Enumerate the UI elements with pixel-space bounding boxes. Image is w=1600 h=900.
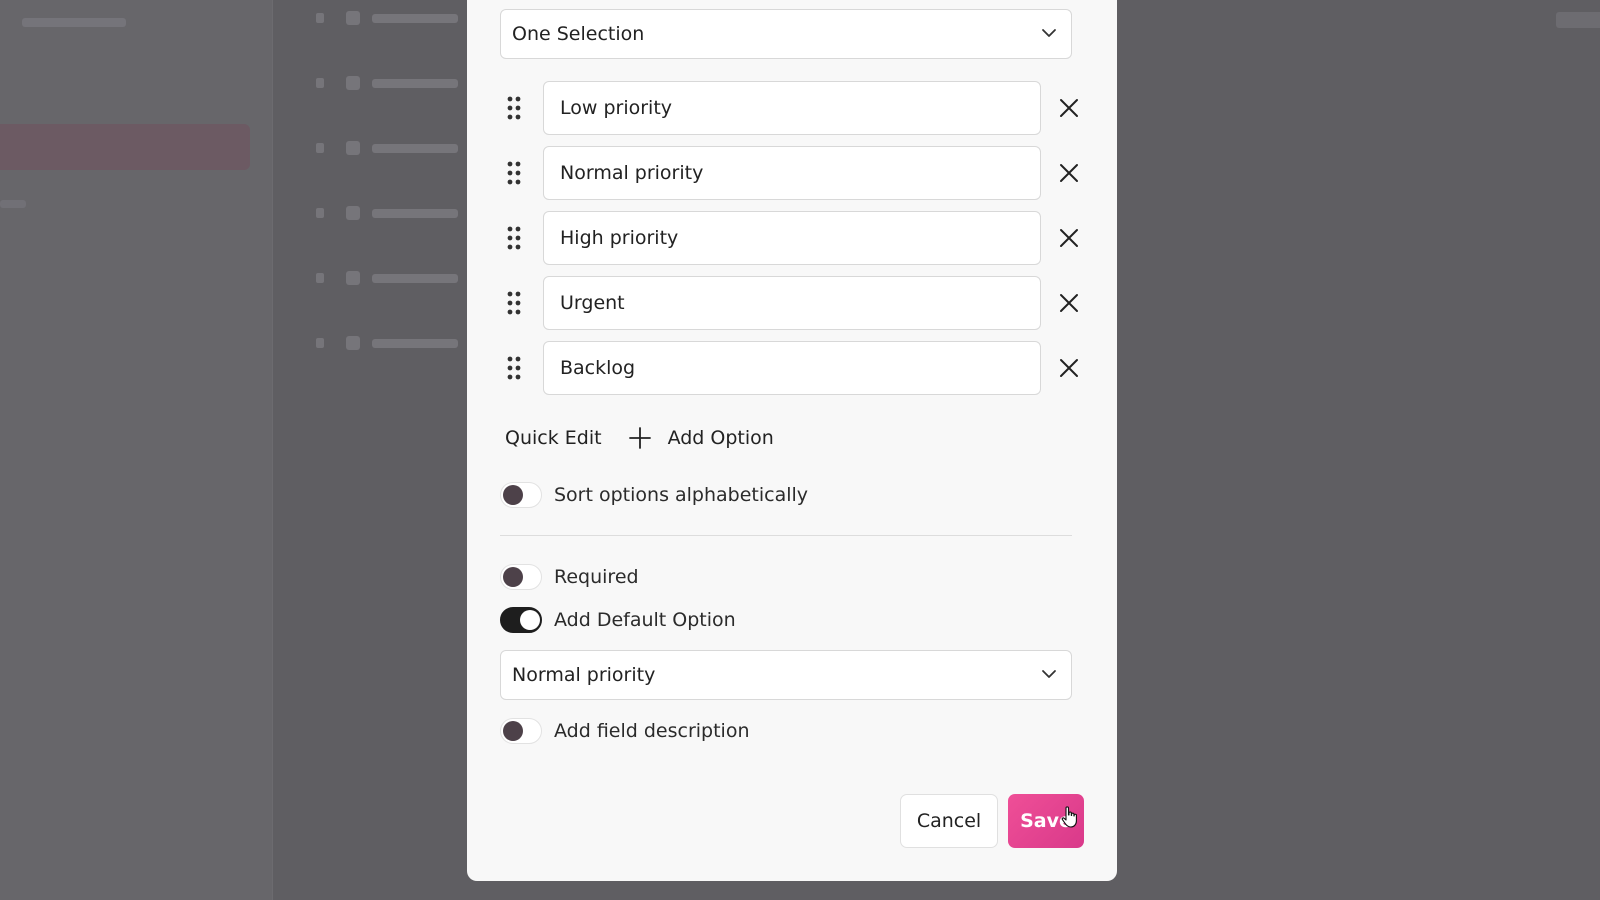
background-selected-item	[0, 124, 250, 170]
hand-cursor-icon	[1061, 806, 1077, 828]
option-actions: Quick Edit Add Option	[505, 421, 774, 455]
drag-handle-icon[interactable]	[506, 95, 522, 121]
option-input[interactable]: High priority	[543, 211, 1041, 265]
background-row	[316, 8, 466, 28]
option-row: Backlog	[500, 341, 1090, 395]
cancel-button[interactable]: Cancel	[900, 794, 998, 848]
drag-handle-icon[interactable]	[506, 160, 522, 186]
option-input[interactable]: Backlog	[543, 341, 1041, 395]
option-input[interactable]: Urgent	[543, 276, 1041, 330]
drag-handle-icon[interactable]	[506, 290, 522, 316]
quick-edit-button[interactable]: Quick Edit	[505, 427, 602, 449]
field-description-label: Add field description	[554, 720, 750, 742]
default-option-value: Normal priority	[512, 664, 656, 686]
option-row: Low priority	[500, 81, 1090, 135]
chevron-down-icon	[1042, 29, 1056, 37]
edit-field-modal: One Selection Low priority Normal priori…	[467, 0, 1117, 881]
chevron-down-icon	[1042, 670, 1056, 678]
default-option-select[interactable]: Normal priority	[500, 650, 1072, 700]
option-input[interactable]: Low priority	[543, 81, 1041, 135]
background-row	[316, 203, 466, 223]
plus-icon	[628, 427, 651, 449]
default-option-toggle[interactable]	[500, 607, 542, 633]
close-icon[interactable]	[1056, 225, 1082, 251]
option-input[interactable]: Normal priority	[543, 146, 1041, 200]
background-row	[316, 333, 466, 353]
background-button	[1556, 12, 1600, 28]
required-row: Required	[500, 563, 639, 591]
background-title	[0, 10, 200, 34]
background-item	[0, 200, 26, 208]
close-icon[interactable]	[1056, 290, 1082, 316]
add-option-button[interactable]: Add Option	[628, 426, 774, 450]
add-option-label: Add Option	[667, 427, 774, 449]
field-description-row: Add field description	[500, 717, 750, 745]
close-icon[interactable]	[1056, 160, 1082, 186]
background-row	[316, 138, 466, 158]
sort-alphabetically-row: Sort options alphabetically	[500, 481, 808, 509]
option-row: Normal priority	[500, 146, 1090, 200]
divider	[500, 535, 1072, 536]
drag-handle-icon[interactable]	[506, 225, 522, 251]
option-row: Urgent	[500, 276, 1090, 330]
drag-handle-icon[interactable]	[506, 355, 522, 381]
field-type-value: One Selection	[512, 23, 645, 45]
sort-alphabetically-toggle[interactable]	[500, 482, 542, 508]
default-option-label: Add Default Option	[554, 609, 736, 631]
option-row: High priority	[500, 211, 1090, 265]
required-toggle[interactable]	[500, 564, 542, 590]
background-row	[316, 268, 466, 288]
field-type-select[interactable]: One Selection	[500, 9, 1072, 59]
background-row	[316, 73, 466, 93]
default-option-row: Add Default Option	[500, 606, 736, 634]
background-sidebar	[0, 0, 273, 900]
close-icon[interactable]	[1056, 355, 1082, 381]
sort-alphabetically-label: Sort options alphabetically	[554, 484, 809, 506]
close-icon[interactable]	[1056, 95, 1082, 121]
required-label: Required	[554, 566, 639, 588]
field-description-toggle[interactable]	[500, 718, 542, 744]
